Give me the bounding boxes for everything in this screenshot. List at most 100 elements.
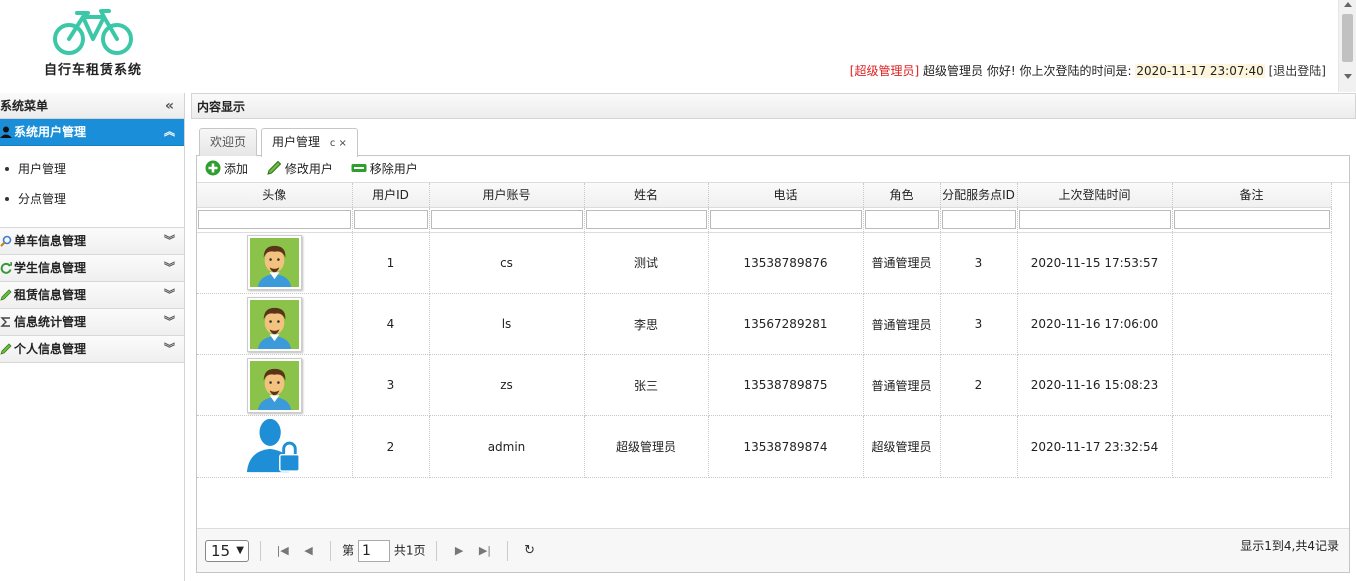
user-icon	[0, 126, 12, 138]
sidebar-section-personal[interactable]: 个人信息管理 ︾	[0, 336, 184, 363]
phone-cell: 13538789875	[708, 354, 864, 416]
sidebar-section-student[interactable]: 学生信息管理 ︾	[0, 255, 184, 282]
page-size-select[interactable]: 15 ▼	[205, 539, 249, 562]
add-button[interactable]: 添加	[205, 156, 248, 182]
filter-account-input[interactable]	[430, 210, 583, 229]
sidebar-item-user-management[interactable]: 用户管理	[0, 160, 184, 190]
service-point-cell: 3	[940, 293, 1018, 355]
role-tag: [超级管理员]	[849, 64, 920, 78]
tab-label: 用户管理	[272, 135, 321, 149]
filter-phone-input[interactable]	[709, 210, 862, 229]
column-header-service-point[interactable]: 分配服务点ID	[940, 183, 1018, 208]
account-cell: zs	[429, 354, 585, 416]
last-login-time: 2020-11-17 23:07:40	[1135, 64, 1265, 78]
prev-page-icon[interactable]: ◀	[300, 539, 316, 563]
name-cell: 超级管理员	[584, 415, 709, 478]
scroll-up-icon[interactable]	[1344, 2, 1352, 7]
last-page-icon[interactable]: ▶|	[477, 539, 493, 563]
chevron-down-icon[interactable]: ︾	[164, 228, 175, 254]
next-page-icon[interactable]: ▶	[451, 539, 467, 563]
chevron-down-icon[interactable]: ︾	[164, 282, 175, 308]
last-login-cell: 2020-11-16 15:08:23	[1017, 354, 1173, 416]
refresh-icon	[0, 262, 12, 274]
sidebar-item-point-management[interactable]: 分点管理	[0, 190, 184, 220]
sidebar: 系统菜单 « 系统用户管理 ︽ 用户管理 分点管理 单车信息管理 ︾ 学生信息管…	[0, 93, 185, 581]
column-header-avatar[interactable]: 头像	[197, 183, 353, 208]
table-row[interactable]: 4 ls 李思 13567289281 普通管理员 3 2020-11-16 17:06:0…	[197, 293, 1332, 355]
remove-user-label: 移除用户	[369, 162, 418, 176]
service-point-cell	[940, 415, 1018, 478]
account-cell: admin	[429, 415, 585, 478]
tab-user-management[interactable]: 用户管理 c ×	[261, 128, 358, 157]
column-header-note[interactable]: 备注	[1172, 183, 1332, 208]
filter-user-id-input[interactable]	[353, 210, 428, 229]
filter-avatar-input[interactable]	[198, 210, 351, 229]
avatar-cell	[197, 293, 353, 355]
tab-refresh-close-icons[interactable]: c ×	[330, 138, 347, 149]
role-cell: 超级管理员	[863, 415, 941, 478]
logout-link[interactable]: [退出登陆]	[1269, 64, 1326, 78]
page-number-input[interactable]: 1	[357, 539, 390, 562]
filter-role-input[interactable]	[864, 210, 939, 229]
sidebar-section-label: 信息统计管理	[14, 315, 87, 329]
chevron-up-icon[interactable]: ︽	[164, 119, 175, 145]
chevron-down-icon[interactable]: ︾	[164, 309, 175, 335]
name-cell: 张三	[584, 354, 709, 416]
note-cell	[1172, 232, 1332, 294]
sidebar-section-user-admin[interactable]: 系统用户管理 ︽	[0, 119, 184, 146]
account-cell: cs	[429, 232, 585, 294]
user-id-cell: 1	[352, 232, 430, 294]
filter-name-input[interactable]	[585, 210, 707, 229]
tab-label: 欢迎页	[210, 135, 247, 149]
last-login-cell: 2020-11-16 17:06:00	[1017, 293, 1173, 355]
phone-cell: 13567289281	[708, 293, 864, 355]
sidebar-section-rental[interactable]: 租赁信息管理 ︾	[0, 282, 184, 309]
filter-service-point-input[interactable]	[941, 210, 1016, 229]
last-login-cell: 2020-11-15 17:53:57	[1017, 232, 1173, 294]
first-page-icon[interactable]: |◀	[275, 539, 291, 563]
refresh-icon[interactable]: ↻	[522, 539, 538, 563]
user-bar: [超级管理员] 超级管理员 你好! 你上次登陆的时间是: 2020-11-17 …	[850, 62, 1326, 79]
edit-user-button[interactable]: 修改用户	[266, 156, 333, 182]
greeting-text: 你好! 你上次登陆的时间是:	[986, 64, 1132, 78]
table-row[interactable]: 3 zs 张三 13538789875 普通管理员 2 2020-11-16 15:08:2…	[197, 354, 1332, 416]
page-size-value: 15	[211, 541, 231, 560]
add-icon	[205, 160, 221, 176]
grid-body: 1 cs 测试 13538789876 普通管理员 3 2020-11-15 17:53:5…	[197, 232, 1332, 478]
column-header-phone[interactable]: 电话	[708, 183, 864, 208]
filter-note-input[interactable]	[1173, 210, 1330, 229]
column-header-user-id[interactable]: 用户ID	[352, 183, 430, 208]
column-header-name[interactable]: 姓名	[584, 183, 709, 208]
table-row[interactable]: 1 cs 测试 13538789876 普通管理员 3 2020-11-15 17:53:5…	[197, 232, 1332, 294]
sidebar-title-bar: 系统菜单 «	[0, 93, 184, 119]
column-header-account[interactable]: 用户账号	[429, 183, 585, 208]
filter-last-login-input[interactable]	[1018, 210, 1171, 229]
chevron-down-icon[interactable]: ︾	[164, 336, 175, 362]
grid-toolbar: 添加 修改用户 移除用户	[197, 156, 1349, 183]
chevron-down-icon[interactable]: ︾	[164, 255, 175, 281]
scroll-down-icon[interactable]	[1344, 74, 1352, 79]
edit-user-label: 修改用户	[284, 162, 333, 176]
phone-cell: 13538789876	[708, 232, 864, 294]
tab-welcome[interactable]: 欢迎页	[199, 128, 258, 156]
tab-bar: 欢迎页 用户管理 c ×	[196, 128, 1350, 157]
column-header-last-login[interactable]: 上次登陆时间	[1017, 183, 1173, 208]
page-scrollbar[interactable]	[1338, 0, 1356, 92]
name-cell: 李思	[584, 293, 709, 355]
role-cell: 普通管理员	[863, 293, 941, 355]
table-row[interactable]: 2 admin 超级管理员 13538789874 超级管理员 2020-11-17 23…	[197, 415, 1332, 478]
user-id-cell: 2	[352, 415, 430, 478]
remove-user-button[interactable]: 移除用户	[351, 156, 418, 182]
sidebar-section-bike[interactable]: 单车信息管理 ︾	[0, 228, 184, 255]
user-id-cell: 3	[352, 354, 430, 416]
phone-cell: 13538789874	[708, 415, 864, 478]
user-id-cell: 4	[352, 293, 430, 355]
scroll-thumb[interactable]	[1342, 14, 1353, 62]
column-header-role[interactable]: 角色	[863, 183, 941, 208]
remove-icon	[351, 164, 367, 172]
bicycle-icon	[53, 9, 133, 55]
sidebar-section-statistics[interactable]: 信息统计管理 ︾	[0, 309, 184, 336]
account-cell: ls	[429, 293, 585, 355]
role-cell: 普通管理员	[863, 232, 941, 294]
collapse-sidebar-icon[interactable]: «	[165, 93, 174, 119]
